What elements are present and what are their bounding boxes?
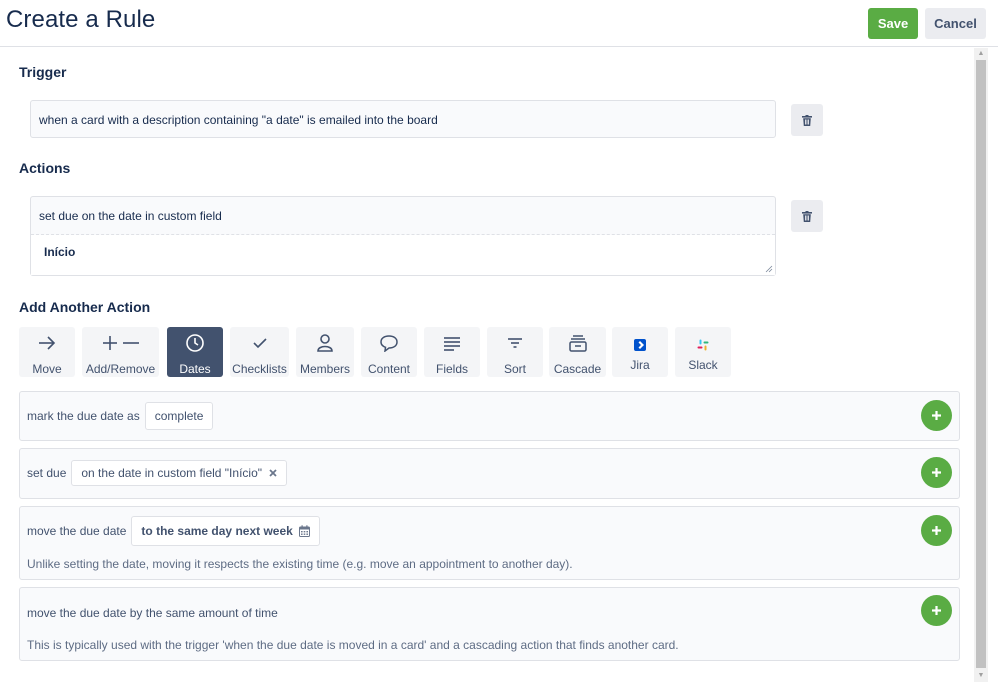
slack-icon: [697, 339, 709, 351]
speech-bubble-icon: [380, 335, 398, 352]
custom-field-select-value: on the date in custom field "Início": [81, 466, 262, 480]
plus-icon: [932, 468, 941, 477]
custom-field-value: Início: [44, 245, 76, 259]
tab-add-remove[interactable]: Add/Remove: [82, 327, 159, 377]
action-option-set-due: set due on the date in custom field "Iní…: [19, 448, 960, 499]
scroll-up-icon[interactable]: ▲: [974, 48, 988, 60]
header: Create a Rule Save Cancel: [0, 0, 998, 47]
plus-icon: [932, 411, 941, 420]
tab-label: Content: [367, 362, 411, 376]
tab-dates[interactable]: Dates: [167, 327, 223, 377]
tab-label: Checklists: [232, 362, 287, 376]
tab-label: Slack: [688, 358, 718, 372]
delete-action-button[interactable]: [791, 200, 823, 232]
action-option-mark-complete: mark the due date as complete: [19, 391, 960, 441]
tab-content[interactable]: Content: [361, 327, 417, 377]
tab-label: Move: [32, 362, 62, 376]
tab-label: Jira: [630, 358, 650, 372]
rule-editor: Trigger when a card with a description c…: [0, 48, 974, 692]
tab-label: Add/Remove: [85, 362, 156, 376]
resize-grip-icon[interactable]: [765, 265, 773, 273]
complete-select[interactable]: complete: [144, 402, 214, 430]
tab-label: Cascade: [553, 362, 602, 376]
move-date-select-value: to the same day next week: [141, 524, 293, 538]
stack-icon: [568, 335, 587, 352]
page-title: Create a Rule: [6, 6, 156, 33]
calendar-icon: [298, 525, 310, 537]
tab-label: Sort: [503, 362, 526, 376]
lines-icon: [444, 337, 460, 351]
scroll-thumb[interactable]: [976, 60, 986, 668]
tab-jira[interactable]: Jira: [612, 327, 668, 377]
tab-members[interactable]: Members: [296, 327, 354, 377]
tab-sort[interactable]: Sort: [487, 327, 543, 377]
filter-icon: [508, 338, 522, 348]
tab-checklists[interactable]: Checklists: [230, 327, 289, 377]
tab-label: Dates: [179, 362, 211, 376]
add-action-button[interactable]: [921, 595, 952, 626]
delete-trigger-button[interactable]: [791, 104, 823, 136]
actions-section-label: Actions: [19, 160, 71, 176]
action-text[interactable]: set due on the date in custom field: [31, 197, 775, 235]
cancel-button[interactable]: Cancel: [925, 8, 986, 39]
option-text: move the due date: [27, 524, 127, 538]
option-note: This is typically used with the trigger …: [27, 638, 679, 652]
check-icon: [252, 338, 267, 349]
tab-slack[interactable]: Slack: [675, 327, 731, 377]
close-icon[interactable]: [269, 469, 277, 477]
tab-label: Fields: [435, 362, 468, 376]
option-text: set due: [27, 466, 67, 480]
action-option-move-by-same-amount: move the due date by the same amount of …: [19, 587, 960, 661]
custom-field-select[interactable]: on the date in custom field "Início": [71, 460, 287, 486]
add-action-section-label: Add Another Action: [19, 299, 151, 315]
arrow-right-icon: [39, 336, 56, 350]
add-action-button[interactable]: [921, 400, 952, 431]
vertical-scrollbar[interactable]: ▲ ▼: [974, 48, 988, 682]
tab-label: Members: [299, 362, 350, 376]
option-note: Unlike setting the date, moving it respe…: [27, 557, 573, 571]
option-text: mark the due date as: [27, 409, 140, 423]
custom-field-textarea[interactable]: Início: [31, 235, 775, 275]
tab-cascade[interactable]: Cascade: [549, 327, 606, 377]
add-action-button[interactable]: [921, 457, 952, 488]
add-action-button[interactable]: [921, 515, 952, 546]
plus-icon: [932, 606, 941, 615]
option-text: move the due date by the same amount of …: [27, 606, 278, 620]
trash-icon: [802, 210, 812, 222]
trash-icon: [802, 114, 812, 126]
plus-minus-icon: [102, 336, 139, 350]
scroll-down-icon[interactable]: ▼: [974, 670, 988, 682]
tab-move[interactable]: Move: [19, 327, 75, 377]
clock-icon: [186, 334, 204, 352]
tab-fields[interactable]: Fields: [424, 327, 480, 377]
action-box: set due on the date in custom field Iníc…: [30, 196, 776, 276]
action-option-move-due-date: move the due date to the same day next w…: [19, 506, 960, 580]
trigger-text[interactable]: when a card with a description containin…: [30, 100, 776, 138]
move-date-select[interactable]: to the same day next week: [131, 516, 320, 546]
jira-icon: [634, 339, 646, 351]
save-button[interactable]: Save: [868, 8, 918, 39]
trigger-section-label: Trigger: [19, 64, 67, 80]
person-icon: [317, 334, 333, 352]
plus-icon: [932, 526, 941, 535]
